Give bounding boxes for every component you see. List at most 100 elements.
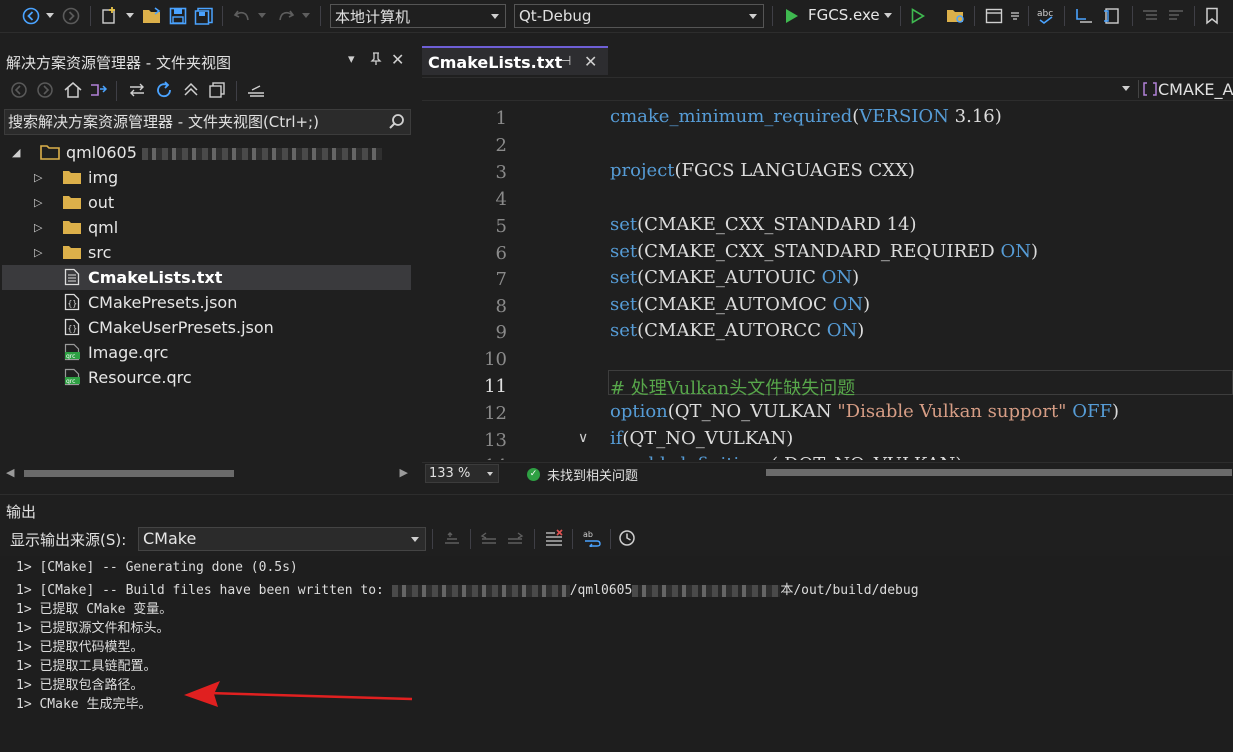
- output-source-select[interactable]: CMake: [138, 527, 426, 551]
- tree-item-image-qrc[interactable]: qrc Image.qrc: [2, 340, 411, 365]
- switch-views-icon[interactable]: [88, 81, 108, 103]
- tree-item-label: CMakePresets.json: [88, 293, 238, 312]
- output-text-area[interactable]: 1> [CMake] -- Generating done (0.5s) 1> …: [0, 556, 1233, 752]
- tree-item-resource-qrc[interactable]: qrc Resource.qrc: [2, 365, 411, 390]
- chevron-down-icon[interactable]: [1122, 86, 1130, 91]
- output-panel: 输出 显示输出来源(S): CMake ab 1> [CMake] -- Gen…: [0, 494, 1233, 752]
- save-all-icon[interactable]: [192, 4, 216, 28]
- collapse-all-icon[interactable]: [182, 81, 200, 103]
- forward-icon[interactable]: [36, 81, 54, 103]
- show-all-files-icon[interactable]: [208, 81, 226, 103]
- panel-menu-icon[interactable]: ▾: [348, 52, 355, 67]
- spell-check-icon[interactable]: abc: [1034, 4, 1058, 28]
- code-area[interactable]: 1 2 3 4 5 6 7 8 9 10 11 12 13 14 cmake_m…: [422, 102, 1233, 460]
- tree-item-out[interactable]: ▷ out: [2, 190, 411, 215]
- refresh-icon[interactable]: [155, 81, 173, 103]
- editor-horizontal-scrollbar[interactable]: [752, 468, 1232, 478]
- pin-icon[interactable]: ⊣: [560, 54, 571, 69]
- sync-icon[interactable]: [128, 81, 146, 103]
- undo-icon[interactable]: [230, 4, 254, 28]
- undo-dropdown-icon[interactable]: [256, 4, 268, 28]
- new-dropdown-icon[interactable]: [124, 4, 136, 28]
- code-line: set(CMAKE_AUTOMOC ON): [610, 294, 871, 315]
- target-machine-value: 本地计算机: [335, 7, 411, 26]
- run-target-dropdown-icon[interactable]: [882, 4, 894, 28]
- output-line: 1> [CMake] -- Build files have been writ…: [16, 583, 919, 598]
- scrollbar-thumb[interactable]: [766, 469, 1232, 476]
- new-project-icon[interactable]: [98, 4, 122, 28]
- folder-icon: [62, 219, 82, 239]
- bookmark-toggle-icon[interactable]: [1200, 4, 1224, 28]
- solution-explorer-title: 解决方案资源管理器 - 文件夹视图: [6, 54, 231, 72]
- pin-icon[interactable]: [370, 52, 382, 70]
- browse-folder-icon[interactable]: [944, 4, 968, 28]
- collapsed-caret-icon[interactable]: ▷: [34, 246, 42, 259]
- code-line: set(CMAKE_AUTORCC ON): [610, 320, 865, 341]
- line-number: 5: [495, 216, 507, 237]
- tree-root-folder[interactable]: ◢ qml0605: [2, 140, 411, 165]
- search-input[interactable]: 搜索解决方案资源管理器 - 文件夹视图(Ctrl+;): [8, 113, 319, 131]
- goto-previous-message-icon[interactable]: [443, 529, 461, 551]
- tree-item-cmakepresets[interactable]: {} CMakePresets.json: [2, 290, 411, 315]
- open-folder-icon[interactable]: [140, 4, 164, 28]
- forward-icon[interactable]: [60, 4, 82, 28]
- close-icon[interactable]: ✕: [391, 50, 404, 69]
- tree-item-cmakelists[interactable]: CmakeLists.txt: [2, 265, 411, 290]
- tree-item-qml[interactable]: ▷ qml: [2, 215, 411, 240]
- scroll-right-icon[interactable]: ▶: [400, 466, 408, 479]
- bookmark-icon[interactable]: [1100, 4, 1124, 28]
- properties-icon[interactable]: [246, 81, 266, 103]
- comment-lines-icon[interactable]: [1138, 4, 1162, 28]
- solution-explorer-toolbar: [0, 78, 413, 106]
- collapsed-caret-icon[interactable]: ▷: [34, 221, 42, 234]
- folder-icon: [62, 244, 82, 264]
- run-target-label[interactable]: FGCS.exe: [808, 6, 880, 24]
- search-icon[interactable]: [388, 113, 406, 138]
- line-number: 3: [495, 162, 507, 183]
- clear-all-icon[interactable]: [544, 529, 564, 551]
- next-location-icon[interactable]: [506, 529, 524, 551]
- solution-explorer-search[interactable]: 搜索解决方案资源管理器 - 文件夹视图(Ctrl+;): [4, 109, 411, 135]
- toolbar-separator: [236, 81, 237, 101]
- home-icon[interactable]: [63, 81, 83, 103]
- expanded-caret-icon[interactable]: ◢: [12, 146, 20, 159]
- collapsed-caret-icon[interactable]: ▷: [34, 196, 42, 209]
- line-number: 7: [495, 269, 507, 290]
- layout-dropdown-icon[interactable]: [1008, 4, 1022, 28]
- qrc-file-icon: qrc: [64, 368, 82, 390]
- redo-icon[interactable]: [274, 4, 298, 28]
- tree-item-img[interactable]: ▷ img: [2, 165, 411, 190]
- svg-text:{}: {}: [68, 324, 78, 333]
- close-icon[interactable]: ✕: [584, 52, 597, 71]
- issues-indicator[interactable]: ✓ 未找到相关问题: [527, 465, 638, 484]
- start-debug-icon[interactable]: [780, 4, 804, 28]
- horizontal-scrollbar[interactable]: ◀ ▶: [4, 465, 410, 481]
- fold-collapse-icon[interactable]: ∨: [578, 430, 588, 446]
- previous-location-icon[interactable]: [480, 529, 498, 551]
- back-dropdown-icon[interactable]: [44, 4, 56, 28]
- tree-item-cmakeuserpresets[interactable]: {} CMakeUserPresets.json: [2, 315, 411, 340]
- toggle-word-wrap-icon[interactable]: ab: [582, 529, 602, 551]
- window-layout-icon[interactable]: [982, 4, 1006, 28]
- start-without-debug-icon[interactable]: [906, 4, 930, 28]
- back-icon[interactable]: [20, 4, 42, 28]
- clock-icon[interactable]: [618, 529, 636, 551]
- scrollbar-thumb[interactable]: [24, 470, 234, 477]
- scope-selector[interactable]: CMAKE_A: [1142, 80, 1233, 99]
- folder-icon: [62, 169, 82, 189]
- toolbar-separator: [1194, 6, 1195, 26]
- target-machine-select[interactable]: 本地计算机: [330, 4, 506, 28]
- main-toolbar: 本地计算机 Qt-Debug FGCS.exe abc: [0, 0, 1233, 33]
- tab-cmakelists[interactable]: CmakeLists.txt ⊣ ✕: [422, 46, 608, 75]
- tree-item-src[interactable]: ▷ src: [2, 240, 411, 265]
- save-icon[interactable]: [166, 4, 190, 28]
- scroll-left-icon[interactable]: ◀: [6, 466, 14, 479]
- uncomment-lines-icon[interactable]: [1164, 4, 1188, 28]
- configuration-select[interactable]: Qt-Debug: [514, 4, 764, 28]
- redo-dropdown-icon[interactable]: [300, 4, 312, 28]
- zoom-select[interactable]: 133 %: [425, 464, 499, 483]
- back-icon[interactable]: [10, 81, 28, 103]
- collapsed-caret-icon[interactable]: ▷: [34, 171, 42, 184]
- format-icon[interactable]: [1072, 4, 1096, 28]
- code-editor-panel: CmakeLists.txt ⊣ ✕ CMAKE_A 1 2 3 4 5 6 7…: [422, 46, 1233, 486]
